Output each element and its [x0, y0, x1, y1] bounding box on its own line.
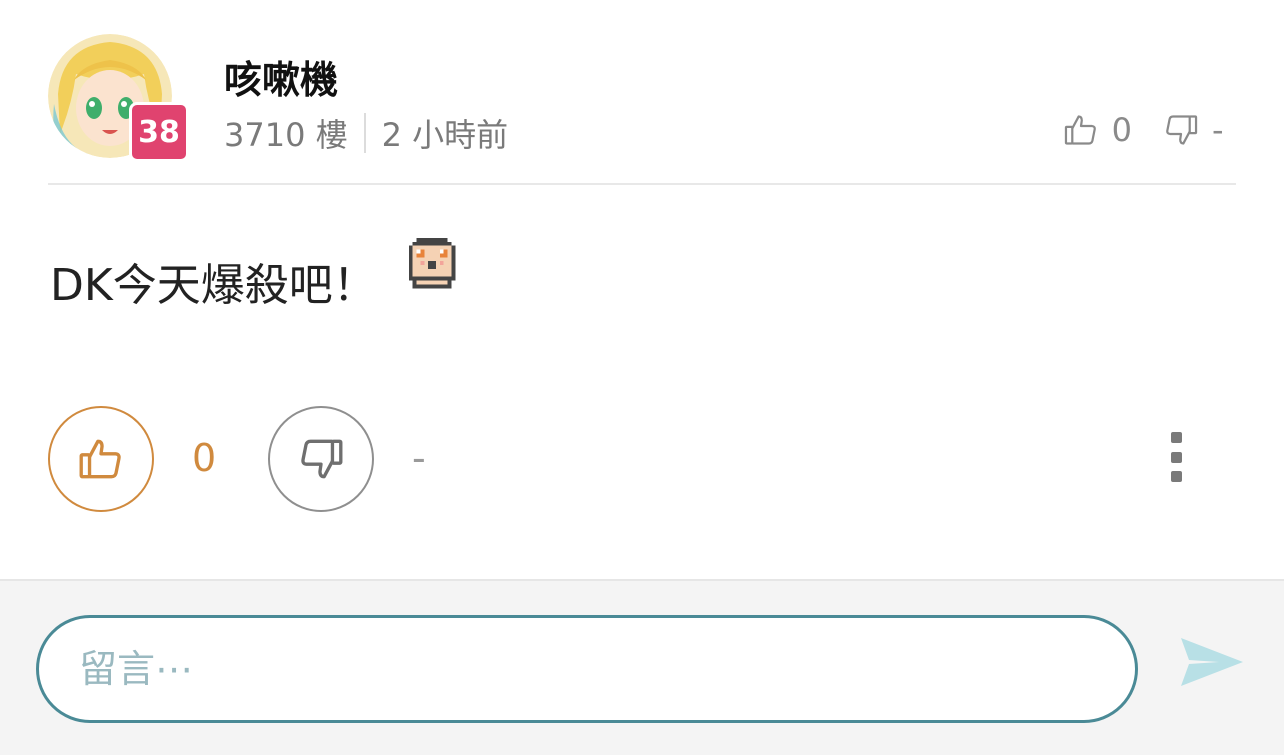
thumbs-up-icon[interactable]: [1062, 111, 1100, 149]
post-time: 2 小時前: [381, 116, 509, 154]
more-vertical-icon[interactable]: [1166, 432, 1186, 482]
comment-input[interactable]: [36, 615, 1138, 723]
post-meta: 3710 樓 2 小時前: [224, 112, 508, 154]
username[interactable]: 咳嗽機: [224, 56, 338, 104]
post-content: DK今天爆殺吧！: [50, 237, 463, 316]
level-badge: 38: [129, 102, 189, 162]
like-button[interactable]: [48, 406, 154, 512]
post-text: DK今天爆殺吧！: [50, 260, 377, 311]
dislike-count: -: [412, 436, 426, 480]
floor-number: 3710 樓: [224, 116, 348, 154]
pixel-emoji-sticker-icon: [401, 234, 463, 296]
top-vote-summary: 0 -: [1062, 108, 1232, 152]
comment-bar: [0, 579, 1284, 755]
dislike-button[interactable]: [268, 406, 374, 512]
like-count: 0: [192, 436, 217, 480]
meta-separator: [363, 113, 366, 153]
top-like-count: 0: [1111, 111, 1132, 149]
thumbs-down-icon[interactable]: [1162, 111, 1200, 149]
header-divider: [48, 183, 1236, 185]
send-icon[interactable]: [1178, 633, 1246, 691]
comment-post: 38 咳嗽機 3710 樓 2 小時前 0 - DK今天爆殺吧！ 0 -: [0, 0, 1284, 579]
top-dislike-count: -: [1212, 111, 1224, 149]
